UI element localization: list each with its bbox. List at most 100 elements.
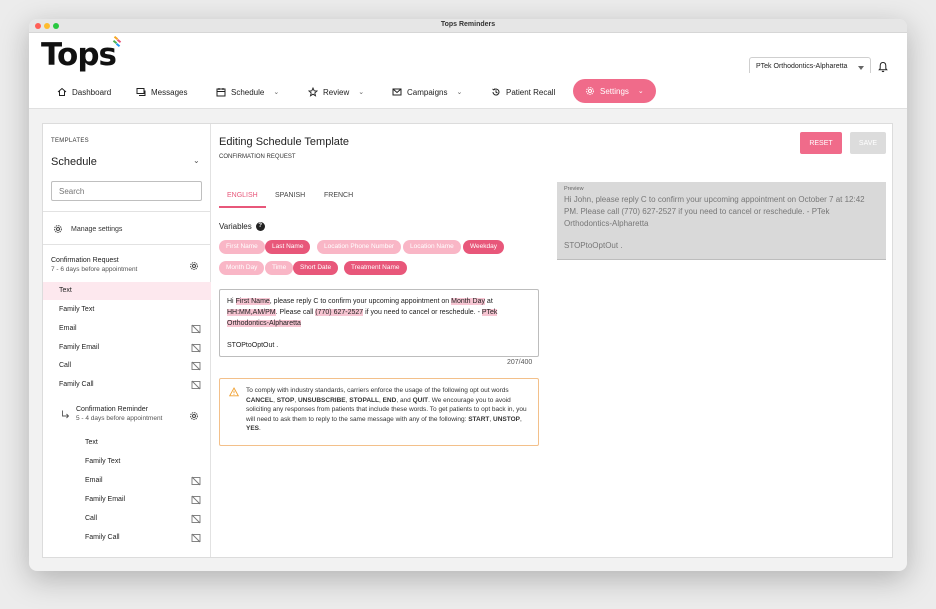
app-window: Tops Reminders Tops PTek Orthodontics-Al…: [29, 19, 907, 571]
divider: [43, 211, 211, 212]
nav-dashboard[interactable]: Dashboard: [57, 82, 111, 102]
manage-settings-link[interactable]: Manage settings: [53, 224, 122, 234]
template-editor: Editing Schedule Template CONFIRMATION R…: [219, 124, 889, 557]
sidebar-item-family-email[interactable]: Family Email: [43, 339, 211, 357]
templates-section-label: TEMPLATES: [51, 138, 89, 144]
variable-chip-location-name[interactable]: Location Name: [403, 240, 461, 254]
sidebar-item-text[interactable]: Text: [43, 282, 211, 300]
variable-token: (770) 627-2527: [315, 309, 364, 316]
sidebar-item-family-call[interactable]: Family Call: [43, 529, 211, 547]
message-text: Hi: [227, 298, 236, 305]
calendar-icon: [216, 88, 226, 97]
nav-campaigns[interactable]: Campaigns ⌄: [392, 82, 462, 102]
message-body: Hi First Name, please reply C to confirm…: [227, 296, 531, 329]
tab-spanish[interactable]: SPANISH: [275, 192, 305, 208]
tab-french[interactable]: FRENCH: [324, 192, 353, 208]
gear-icon: [54, 225, 62, 233]
nav-dashboard-label: Dashboard: [72, 87, 112, 97]
sidebar-item-email[interactable]: Email: [43, 472, 211, 490]
preview-text: Hi John, please reply C to confirm your …: [564, 195, 865, 228]
group-subtitle: 5 - 4 days before appointment: [76, 415, 163, 422]
nav-review-label: Review: [323, 87, 350, 97]
nav-schedule[interactable]: Schedule ⌄: [216, 82, 279, 102]
opt-out-text: STOPtoOptOut .: [227, 342, 279, 349]
sidebar-item-call[interactable]: Call: [43, 510, 211, 528]
save-button[interactable]: SAVE: [850, 132, 886, 154]
sidebar-item-family-email[interactable]: Family Email: [43, 491, 211, 509]
sidebar-item-label: Family Call: [85, 534, 120, 541]
nav-schedule-label: Schedule: [231, 87, 265, 97]
variable-chip-time[interactable]: Time: [265, 261, 294, 275]
warning-icon: [229, 387, 239, 397]
disabled-message-icon: [191, 495, 201, 505]
tab-english[interactable]: ENGLISH: [219, 192, 266, 208]
disabled-message-icon: [191, 514, 201, 524]
template-type-select[interactable]: Schedule: [51, 156, 97, 168]
group-confirmation-reminder[interactable]: Confirmation Reminder 5 - 4 days before …: [76, 406, 162, 422]
app-header: Tops PTek Orthodontics-Alpharetta: [29, 33, 907, 77]
title-bar: Tops Reminders: [29, 19, 907, 33]
templates-panel: TEMPLATES Schedule ⌄ Manage settings Con…: [42, 123, 893, 558]
variable-chip-month-day[interactable]: Month Day: [219, 261, 265, 275]
nav-review[interactable]: Review ⌄: [308, 82, 364, 102]
opt-out-word: UNSUBSCRIBE: [297, 396, 346, 404]
nav-settings[interactable]: Settings ⌄: [573, 79, 656, 103]
disabled-message-icon: [191, 343, 201, 353]
opt-out-word: CANCEL: [246, 396, 274, 404]
message-preview: Preview Hi John, please reply C to confi…: [557, 182, 886, 260]
sidebar-item-label: Text: [85, 439, 98, 446]
sidebar-item-family-text[interactable]: Family Text: [43, 453, 211, 471]
nav-campaigns-label: Campaigns: [407, 87, 448, 97]
page-title: Editing Schedule Template: [219, 136, 350, 148]
templates-sidebar: TEMPLATES Schedule ⌄ Manage settings Con…: [43, 124, 211, 557]
disabled-message-icon: [191, 324, 201, 334]
message-editor[interactable]: Hi First Name, please reply C to confirm…: [219, 289, 539, 357]
variable-chip-last-name[interactable]: Last Name: [265, 240, 311, 254]
sidebar-item-label: Family Email: [59, 344, 100, 351]
opt-out-word: QUIT: [412, 396, 429, 404]
message-text: . Please call: [275, 309, 316, 316]
template-search-input[interactable]: [51, 181, 202, 201]
variable-chip-weekday[interactable]: Weekday: [463, 240, 504, 254]
group-confirmation-request[interactable]: Confirmation Request 7 - 6 days before a…: [51, 257, 137, 273]
sidebar-item-email[interactable]: Email: [43, 320, 211, 338]
bell-icon[interactable]: [877, 61, 889, 73]
message-text: at: [484, 298, 493, 305]
disabled-message-icon: [191, 380, 201, 390]
variable-chip-first-name[interactable]: First Name: [219, 240, 265, 254]
star-icon: [308, 87, 318, 97]
disabled-message-icon: [191, 476, 201, 486]
sidebar-item-call[interactable]: Call: [43, 357, 211, 375]
warning-text: .: [259, 425, 261, 432]
group-title: Confirmation Request: [51, 257, 119, 264]
mail-icon: [392, 88, 402, 96]
manage-settings-label: Manage settings: [71, 225, 123, 233]
sidebar-item-text[interactable]: Text: [43, 434, 211, 452]
reset-button[interactable]: RESET: [800, 132, 842, 154]
gear-icon[interactable]: [189, 411, 199, 421]
sidebar-item-family-text[interactable]: Family Text: [43, 301, 211, 319]
nav-patient-recall[interactable]: Patient Recall: [491, 82, 555, 102]
sub-arrow-icon: [62, 410, 70, 419]
variable-chip-short-date[interactable]: Short Date: [293, 261, 339, 275]
tops-logo[interactable]: Tops: [41, 37, 117, 73]
variable-chip-treatment-name[interactable]: Treatment Name: [344, 261, 407, 275]
sidebar-item-family-call[interactable]: Family Call: [43, 376, 211, 394]
variable-chip-location-phone[interactable]: Location Phone Number: [317, 240, 402, 254]
variables-heading: Variables ?: [219, 222, 265, 231]
help-icon[interactable]: ?: [255, 222, 265, 231]
opt-out-warning: To comply with industry standards, carri…: [219, 378, 539, 446]
window-title: Tops Reminders: [440, 21, 496, 28]
variable-token: Month Day: [451, 298, 485, 305]
chevron-down-icon: ⌄: [637, 88, 644, 95]
group-subtitle: 7 - 6 days before appointment: [51, 266, 138, 273]
group-title: Confirmation Reminder: [76, 406, 148, 413]
messages-icon: [136, 88, 146, 96]
chevron-down-icon[interactable]: ⌄: [193, 156, 200, 165]
gear-icon: [586, 87, 594, 95]
nav-messages[interactable]: Messages: [136, 82, 187, 102]
gear-icon[interactable]: [189, 261, 199, 271]
variable-token: HH:MM,AM/PM: [227, 309, 276, 316]
sidebar-item-label: Text: [59, 287, 72, 294]
chevron-down-icon: ⌄: [456, 89, 463, 96]
